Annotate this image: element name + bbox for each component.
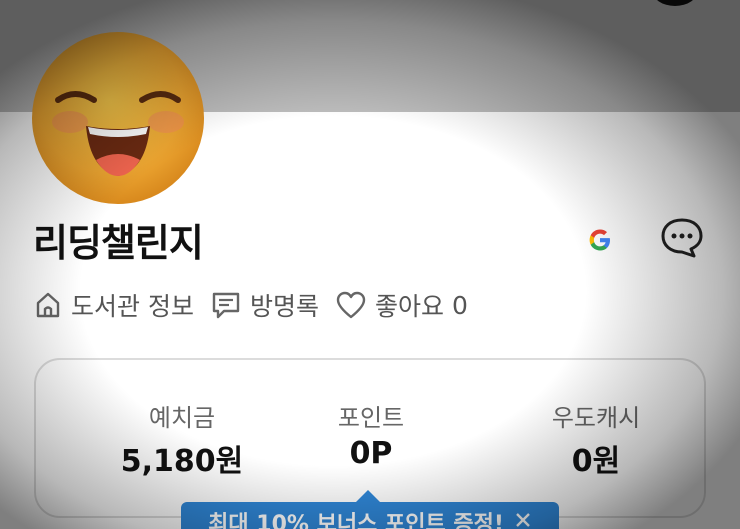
like-button[interactable]: 좋아요 0 bbox=[335, 287, 468, 323]
profile-meta-row: 도서관 정보 방명록 좋아요 0 bbox=[33, 286, 484, 324]
points-label: 포인트 bbox=[337, 404, 405, 432]
heart-icon bbox=[336, 291, 366, 319]
promo-text: 최대 10% 보너스 포인트 증정! bbox=[208, 512, 504, 529]
likes-count: 0 bbox=[451, 290, 468, 320]
points-value: 0P bbox=[349, 436, 393, 471]
cash-label: 우도캐시 bbox=[551, 404, 641, 432]
google-icon bbox=[586, 226, 614, 254]
guestbook-label: 방명록 bbox=[249, 292, 319, 321]
likes-label: 좋아요 bbox=[374, 292, 444, 321]
promo-tooltip[interactable]: 최대 10% 보너스 포인트 증정! bbox=[181, 502, 559, 529]
cash-stat[interactable]: 우도캐시 0원 bbox=[496, 398, 696, 480]
cash-value: 0원 bbox=[571, 444, 621, 479]
profile-name: 리딩챌린지 bbox=[33, 221, 204, 265]
library-info-label: 도서관 정보 bbox=[71, 292, 194, 321]
chat-bubble-icon[interactable] bbox=[660, 216, 706, 260]
points-stat[interactable]: 포인트 0P bbox=[271, 398, 471, 471]
deposit-label: 예치금 bbox=[148, 404, 216, 432]
library-info-link[interactable]: 도서관 정보 bbox=[33, 287, 194, 323]
deposit-value: 5,180원 bbox=[120, 444, 244, 479]
close-icon[interactable] bbox=[514, 510, 532, 529]
grinning-face-icon bbox=[32, 32, 204, 204]
message-icon bbox=[212, 292, 240, 319]
home-icon bbox=[36, 292, 60, 318]
guestbook-link[interactable]: 방명록 bbox=[210, 287, 319, 323]
deposit-stat[interactable]: 예치금 5,180원 bbox=[82, 398, 282, 480]
avatar[interactable] bbox=[30, 30, 206, 206]
